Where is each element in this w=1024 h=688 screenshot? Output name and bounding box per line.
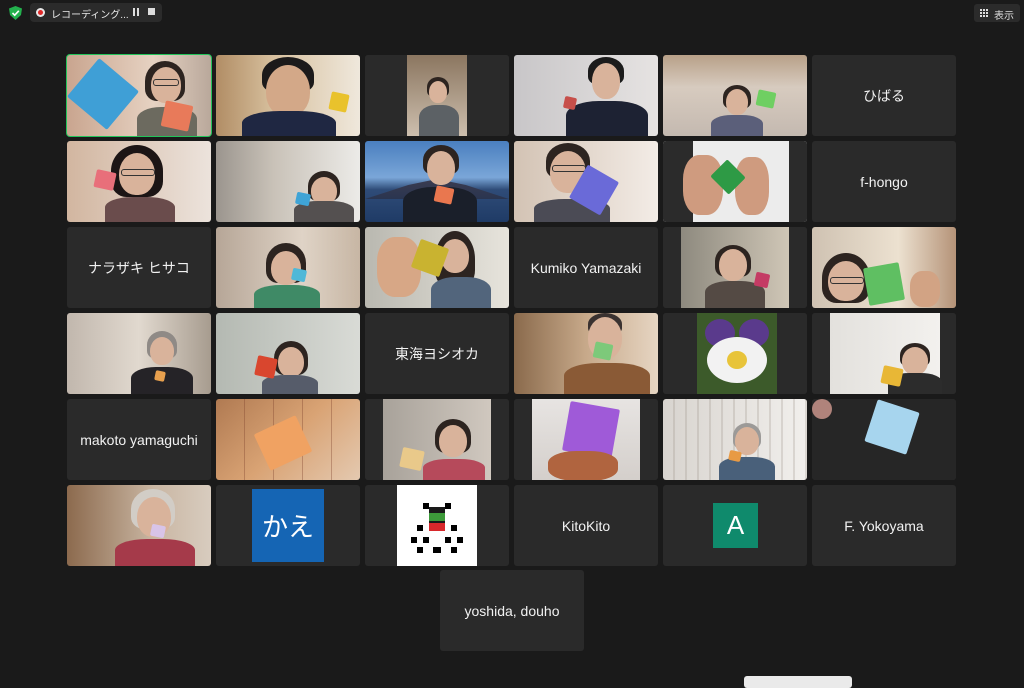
participant-video: [365, 399, 509, 480]
participant-video: [663, 313, 807, 394]
video-tile-kumiko[interactable]: Kumiko Yamazaki: [514, 227, 658, 308]
video-tile-r4c4[interactable]: [514, 313, 658, 394]
participant-video: [216, 227, 360, 308]
video-tile-r5c3[interactable]: [365, 399, 509, 480]
video-tile-r3c5[interactable]: [663, 227, 807, 308]
video-tile-tokai[interactable]: 東海ヨシオカ: [365, 313, 509, 394]
participant-video: [812, 227, 956, 308]
participant-video: [67, 55, 211, 136]
participant-name: 東海ヨシオカ: [395, 345, 479, 362]
video-tile-r2c5[interactable]: [663, 141, 807, 222]
participant-video: [663, 227, 807, 308]
pause-recording-icon[interactable]: [131, 7, 142, 18]
video-tile-r4c5[interactable]: [663, 313, 807, 394]
participant-name: makoto yamaguchi: [80, 431, 198, 448]
video-tile-r4c6[interactable]: [812, 313, 956, 394]
participant-video: [812, 399, 956, 480]
avatar: A: [713, 503, 758, 548]
video-tile-r5c5[interactable]: [663, 399, 807, 480]
participant-name: yoshida, douho: [464, 602, 560, 619]
video-tile-kitokito[interactable]: KitoKito: [514, 485, 658, 566]
video-tile-narazaki[interactable]: ナラザキ ヒサコ: [67, 227, 211, 308]
security-shield-icon[interactable]: [9, 6, 22, 20]
participant-video: [365, 55, 509, 136]
participant-video: [663, 55, 807, 136]
participant-video: [663, 141, 807, 222]
participant-name: Kumiko Yamazaki: [530, 259, 642, 276]
video-tile-r3c2[interactable]: [216, 227, 360, 308]
video-tile-r2c1[interactable]: [67, 141, 211, 222]
avatar: かえ: [252, 489, 324, 562]
stop-recording-icon[interactable]: [148, 8, 155, 15]
pixel-art-avatar-image: [397, 485, 477, 566]
participant-video: [216, 313, 360, 394]
participant-video: [365, 227, 509, 308]
video-tile-r5c2[interactable]: [216, 399, 360, 480]
participant-name: KitoKito: [561, 517, 611, 534]
video-tile-r3c6[interactable]: [812, 227, 956, 308]
participant-video: [216, 399, 360, 480]
participant-name: ナラザキ ヒサコ: [88, 259, 190, 276]
video-tile-r6c1[interactable]: [67, 485, 211, 566]
video-tile-r1c1[interactable]: [66, 54, 212, 137]
participant-video: [216, 141, 360, 222]
recording-dot-icon: [36, 8, 45, 17]
video-tile-r1c4[interactable]: [514, 55, 658, 136]
video-tile-f-hongo[interactable]: f-hongo: [812, 141, 956, 222]
participant-video: [514, 399, 658, 480]
video-tile-r4c2[interactable]: [216, 313, 360, 394]
participant-video: [216, 55, 360, 136]
participant-name: F. Yokoyama: [844, 517, 924, 534]
participant-video: [67, 313, 211, 394]
video-tile-r4c1[interactable]: [67, 313, 211, 394]
participant-video: [514, 313, 658, 394]
bottom-toolbar-tooltip: [744, 676, 852, 688]
video-tile-r5c6[interactable]: [812, 399, 956, 480]
participant-video: [67, 485, 211, 566]
view-button-label: 表示: [994, 11, 1014, 22]
recording-label: レコーディング...: [51, 10, 129, 21]
video-tile-r2c4[interactable]: [514, 141, 658, 222]
meeting-top-bar: レコーディング... 表示: [0, 0, 1024, 26]
video-tile-hibaru[interactable]: ひばる: [812, 55, 956, 136]
participant-video: [514, 141, 658, 222]
video-tile-r3c3[interactable]: [365, 227, 509, 308]
video-tile-yoshida[interactable]: yoshida, douho: [440, 570, 584, 651]
video-tile-makoto[interactable]: makoto yamaguchi: [67, 399, 211, 480]
video-tile-r2c3[interactable]: [365, 141, 509, 222]
video-tile-r1c2[interactable]: [216, 55, 360, 136]
participant-video: [67, 141, 211, 222]
participant-video: [514, 55, 658, 136]
video-tile-r5c4[interactable]: [514, 399, 658, 480]
recording-indicator: レコーディング...: [30, 3, 162, 22]
grid-view-icon: [980, 9, 989, 18]
video-tile-kae[interactable]: かえ: [216, 485, 360, 566]
video-tile-a[interactable]: A: [663, 485, 807, 566]
video-tile-r2c2[interactable]: [216, 141, 360, 222]
participant-video: [812, 313, 956, 394]
participant-name: f-hongo: [860, 173, 908, 190]
video-tile-pixel-avatar[interactable]: [365, 485, 509, 566]
video-tile-r1c3[interactable]: [365, 55, 509, 136]
participant-video: [365, 141, 509, 222]
participant-name: ひばる: [863, 87, 905, 104]
video-tile-r1c5[interactable]: [663, 55, 807, 136]
view-button[interactable]: 表示: [974, 4, 1020, 22]
participant-video: [663, 399, 807, 480]
video-tile-yokoyama[interactable]: F. Yokoyama: [812, 485, 956, 566]
